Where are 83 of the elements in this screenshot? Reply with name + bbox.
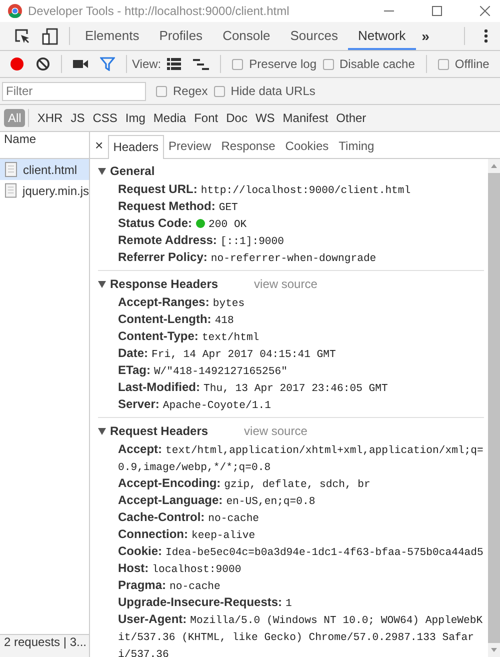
header-row-text: ETag: W/"418-1492127165256"	[117, 362, 288, 379]
checkbox-label: Disable cache	[340, 57, 415, 71]
section-title[interactable]: Response Headers	[110, 277, 218, 291]
expand-arrow-icon[interactable]	[98, 168, 106, 174]
window-title: Developer Tools - http://localhost:9000/client.html	[28, 4, 290, 18]
browser-logo-icon	[8, 4, 22, 18]
file-icon	[5, 162, 17, 177]
detail-tab[interactable]: Headers	[108, 135, 164, 159]
checkbox-label: Regex	[173, 84, 208, 98]
detail-tab[interactable]: Timing	[334, 134, 380, 158]
header-row-text: User-Agent: Mozilla/5.0 (Windows NT 10.0; WOW64) AppleWebKit/537.36 (KHTML, like Gecko) Chrome/57.0.2987.133 Safari/537.36	[117, 611, 484, 657]
request-row[interactable]: client.html	[0, 159, 89, 180]
menu-icon[interactable]	[484, 29, 488, 43]
checkbox-label: Preserve log	[249, 57, 317, 71]
device-icon[interactable]	[42, 28, 58, 44]
header-row-text: Date: Fri, 14 Apr 2017 04:15:41 GMT	[117, 345, 337, 362]
panel-tab[interactable]: Profiles	[149, 22, 213, 50]
status-bar: 2 requests | 3...	[0, 634, 89, 657]
type-filter[interactable]: Img	[121, 109, 150, 127]
header-row-text: Request URL: http://localhost:9000/client.html	[117, 181, 412, 198]
detail-tab[interactable]: Cookies	[280, 134, 334, 158]
view-source-link[interactable]: view source	[254, 277, 318, 291]
checkbox[interactable]	[322, 58, 334, 70]
detail-tab[interactable]: Response	[216, 134, 280, 158]
filter-icon[interactable]	[100, 57, 115, 71]
type-filter[interactable]: Doc	[222, 109, 252, 127]
checkbox-label: Hide data URLs	[230, 84, 316, 98]
more-tabs-button[interactable]: »	[416, 28, 436, 44]
checkbox[interactable]	[156, 86, 167, 96]
header-row-text: Referrer Policy: no-referrer-when-downgrade	[117, 249, 378, 266]
section-title[interactable]: Request Headers	[110, 424, 208, 438]
waterfall-icon[interactable]	[193, 58, 210, 70]
maximize-icon[interactable]	[432, 6, 442, 16]
header-row-text: Status Code: 200 OK	[117, 215, 248, 232]
panel-tab[interactable]: Console	[212, 22, 280, 50]
header-row-text: Cache-Control: no-cache	[117, 509, 260, 526]
panel-tab[interactable]: Elements	[75, 22, 150, 50]
close-button[interactable]: ×	[90, 137, 108, 158]
type-filter[interactable]: XHR	[33, 109, 67, 127]
type-filter[interactable]: JS	[66, 109, 89, 127]
expand-arrow-icon[interactable]	[98, 428, 106, 434]
request-name: client.html	[23, 162, 78, 176]
header-row-text: Cookie: Idea-be5ec04c=b0a3d94e-1dc1-4f63-bfaa-575b0ca44ad5	[117, 543, 484, 560]
header-row-text: Remote Address: [::1]:9000	[117, 232, 285, 249]
list-view-icon[interactable]	[167, 58, 182, 70]
clear-icon[interactable]	[36, 57, 50, 71]
header-row-text: Content-Length: 418	[117, 311, 235, 328]
expand-arrow-icon[interactable]	[98, 280, 106, 288]
type-filter[interactable]: Font	[190, 109, 222, 127]
view-label: View:	[132, 57, 162, 71]
header-row-text: Pragma: no-cache	[117, 577, 222, 594]
view-source-link[interactable]: view source	[244, 424, 308, 438]
request-row[interactable]: jquery.min.js	[0, 180, 89, 201]
inspect-icon[interactable]	[14, 28, 30, 44]
header-row-text: Connection: keep-alive	[117, 526, 256, 543]
close-icon[interactable]	[480, 6, 490, 16]
header-row-text: Accept-Encoding: gzip, deflate, sdch, br	[117, 475, 372, 492]
header-row-text: Host: localhost:9000	[117, 560, 242, 577]
type-filter[interactable]: CSS	[88, 109, 122, 127]
header-row-text: Accept-Ranges: bytes	[117, 294, 246, 311]
section-title[interactable]: General	[110, 164, 155, 178]
checkbox[interactable]	[438, 58, 449, 70]
type-filter[interactable]: WS	[251, 109, 279, 127]
record-icon[interactable]	[10, 57, 24, 71]
filter-field[interactable]: Filter	[2, 82, 146, 100]
file-icon	[5, 183, 17, 198]
header-row-text: Upgrade-Insecure-Requests: 1	[117, 594, 293, 611]
scrollbar[interactable]	[488, 159, 500, 657]
header-row-text: Accept-Language: en-US,en;q=0.8	[117, 492, 316, 509]
type-filter[interactable]: Media	[149, 109, 190, 127]
header-row-text: Server: Apache-Coyote/1.1	[117, 396, 272, 413]
checkbox-label: Offline	[454, 57, 490, 71]
header-row-text: Content-Type: text/html	[117, 328, 260, 345]
header-row-text: Request Method: GET	[117, 198, 239, 215]
detail-tab[interactable]: Preview	[164, 134, 216, 158]
type-filter[interactable]: Manifest	[278, 109, 332, 127]
header-row-text: Last-Modified: Thu, 13 Apr 2017 23:46:05 GMT	[117, 379, 389, 396]
request-name: jquery.min.js	[22, 184, 89, 198]
checkbox[interactable]	[214, 86, 225, 96]
type-filter[interactable]: Other	[332, 109, 370, 127]
camera-icon[interactable]	[73, 59, 88, 69]
panel-tab[interactable]: Sources	[280, 22, 348, 50]
checkbox[interactable]	[232, 58, 244, 70]
